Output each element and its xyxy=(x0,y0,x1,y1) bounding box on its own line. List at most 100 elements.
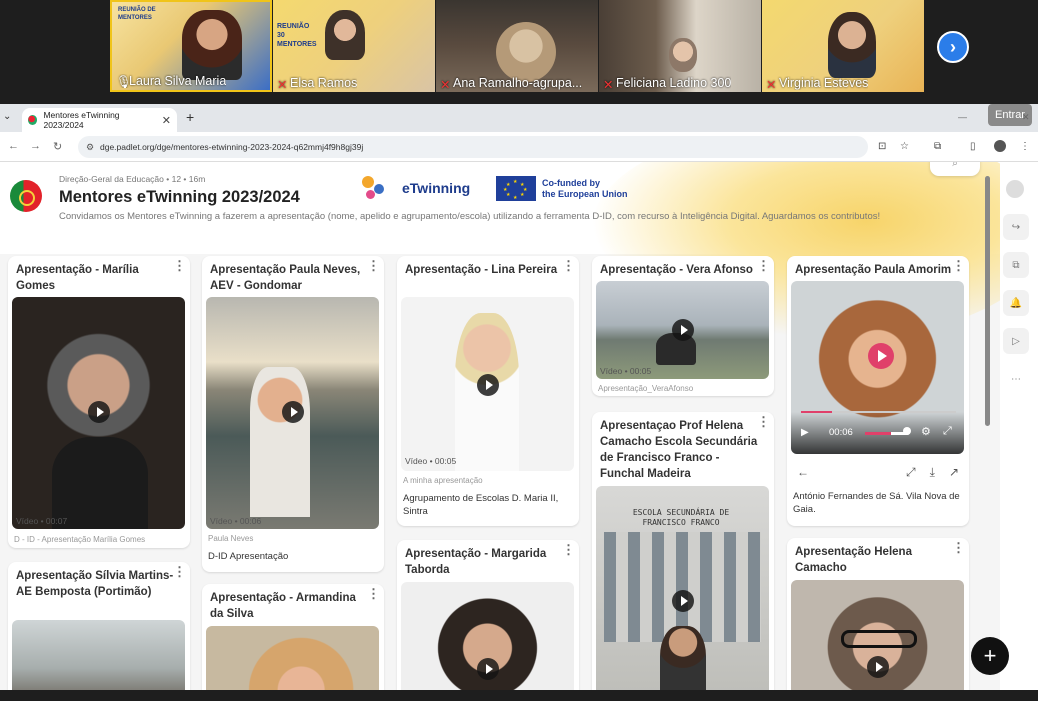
open-external-icon[interactable]: ↗ xyxy=(949,465,959,479)
profile-avatar[interactable] xyxy=(994,140,1006,152)
board-meta: Direção-Geral da Educação • 12 • 16m xyxy=(59,174,206,184)
forward-icon[interactable]: → xyxy=(30,140,41,152)
site-info-icon[interactable]: ⚙ xyxy=(86,142,94,153)
fullscreen-icon[interactable]: ⤢ xyxy=(943,425,952,438)
menu-kebab-icon[interactable]: ⋮ xyxy=(1020,141,1030,152)
favicon-icon xyxy=(28,115,38,125)
post-menu-icon[interactable]: ⋮ xyxy=(562,258,575,274)
school-sign: ESCOLA SECUNDÁRIA DE FRANCISCO FRANCO xyxy=(632,508,730,527)
post-card[interactable]: Apresentação - Lina Pereira ⋮ Vídeo • 00… xyxy=(397,256,579,526)
play-icon[interactable] xyxy=(477,658,499,680)
slide-title: REUNIÃO 30 MENTORES xyxy=(277,23,317,48)
expand-icon[interactable]: ⤢ xyxy=(906,465,916,480)
post-card[interactable]: Apresentaçao Prof Helena Camacho Escola … xyxy=(592,412,774,690)
back-arrow-icon[interactable]: ← xyxy=(797,465,809,479)
play-icon[interactable] xyxy=(88,401,110,423)
participant-tile[interactable]: REUNIÃO 30 MENTORES ✕ Elsa Ramos xyxy=(273,0,435,92)
play-icon[interactable] xyxy=(282,401,304,423)
post-card[interactable]: Apresentação Sílvia Martins- AE Bemposta… xyxy=(8,562,190,690)
eu-flag-icon: ★ ★ ★ ★ ★ ★ ★ ★ xyxy=(496,176,536,201)
post-menu-icon[interactable]: ⋮ xyxy=(952,258,965,274)
share-icon[interactable]: ↪ xyxy=(1003,214,1029,240)
etwinning-icon xyxy=(358,172,398,204)
post-body: António Fernandes de Sá. Vila Nova de Ga… xyxy=(793,491,960,515)
sidebar-icon[interactable]: ▯ xyxy=(970,141,976,152)
video-thumbnail[interactable]: ESCOLA SECUNDÁRIA DE FRANCISCO FRANCO xyxy=(596,486,769,690)
video-thumbnail[interactable] xyxy=(401,297,574,471)
post-menu-icon[interactable]: ⋮ xyxy=(952,540,965,556)
post-card[interactable]: Apresentação - Vera Afonso ⋮ Vídeo • 00:… xyxy=(592,256,774,396)
settings-gear-icon[interactable]: ⚙ xyxy=(921,425,931,438)
video-thumbnail[interactable] xyxy=(401,582,574,690)
more-options-icon[interactable]: ⋯ xyxy=(1003,366,1029,392)
post-menu-icon[interactable]: ⋮ xyxy=(367,258,380,274)
add-post-button[interactable]: + xyxy=(971,637,1009,675)
post-card[interactable]: Apresentação Paula Amorim ⋮ ▶ 00:06 ⚙ ⤢ … xyxy=(787,256,969,526)
attachment-caption: A minha apresentação xyxy=(403,476,483,485)
progress-bar[interactable] xyxy=(801,411,956,413)
play-icon[interactable] xyxy=(672,590,694,612)
video-thumbnail[interactable] xyxy=(596,281,769,379)
close-window-icon[interactable]: ✕ xyxy=(1022,112,1030,123)
participant-tile[interactable]: ✕ Feliciana Ladino 300 xyxy=(599,0,761,92)
install-icon[interactable]: ⊡ xyxy=(878,141,886,152)
notifications-bell-icon[interactable]: 🔔 xyxy=(1003,290,1029,316)
post-card[interactable]: Apresentação Paula Neves, AEV - Gondomar… xyxy=(202,256,384,572)
post-menu-icon[interactable]: ⋮ xyxy=(757,258,770,274)
close-tab-icon[interactable]: ✕ xyxy=(162,114,171,127)
user-avatar[interactable] xyxy=(1006,180,1024,198)
post-card[interactable]: Apresentação - Margarida Taborda ⋮ xyxy=(397,540,579,690)
video-thumbnail[interactable] xyxy=(12,620,185,690)
post-card[interactable]: Apresentação Helena Camacho ⋮ xyxy=(787,538,969,690)
eu-cofunded-logo: ★ ★ ★ ★ ★ ★ ★ ★ Co-funded by the European Union xyxy=(496,176,628,201)
bookmark-star-icon[interactable]: ☆ xyxy=(900,141,909,152)
post-menu-icon[interactable]: ⋮ xyxy=(173,258,186,274)
post-card[interactable]: Apresentação - Marília Gomes ⋮ Vídeo • 0… xyxy=(8,256,190,548)
minimize-icon[interactable]: — xyxy=(958,112,967,122)
play-icon[interactable]: ▶ xyxy=(801,427,809,438)
video-thumbnail[interactable] xyxy=(206,626,379,690)
browser-tab-bar: ⌄ Mentores eTwinning 2023/2024 ✕ + xyxy=(0,104,1038,132)
next-participants-button[interactable]: › xyxy=(937,31,969,63)
tab-list-chevron-icon[interactable]: ⌄ xyxy=(3,111,11,122)
play-icon[interactable] xyxy=(867,656,889,678)
microphone-muted-icon: ✕ xyxy=(440,78,451,90)
search-icon[interactable]: ⌕ xyxy=(930,162,980,176)
participant-video xyxy=(325,10,365,60)
post-body: D-ID Apresentação xyxy=(208,551,289,562)
post-menu-icon[interactable]: ⋮ xyxy=(173,564,186,580)
new-tab-icon[interactable]: + xyxy=(186,109,194,125)
participant-tile[interactable]: ✕ Virginia Esteves xyxy=(762,0,924,92)
slideshow-icon[interactable]: ▷ xyxy=(1003,328,1029,354)
post-card[interactable]: Apresentação - Armandina da Silva ⋮ xyxy=(202,584,384,690)
remake-icon[interactable]: ⧉ xyxy=(1003,252,1029,278)
play-icon[interactable] xyxy=(868,343,894,369)
post-menu-icon[interactable]: ⋮ xyxy=(562,542,575,558)
download-icon[interactable]: ⤓ xyxy=(930,465,935,480)
slide-title: REUNIÃO DE MENTORES xyxy=(118,7,156,21)
video-meta: Vídeo • 00:05 xyxy=(600,366,652,376)
microphone-muted-icon: ✕ xyxy=(603,78,614,90)
board-scrollbar[interactable] xyxy=(985,176,990,426)
back-icon[interactable]: ← xyxy=(8,140,19,152)
url-field[interactable]: ⚙ dge.padlet.org/dge/mentores-etwinning-… xyxy=(78,136,868,158)
video-thumbnail[interactable] xyxy=(12,297,185,529)
participant-tile[interactable]: ✕ Ana Ramalho-agrupa... xyxy=(436,0,598,92)
etwinning-logo: eTwinning xyxy=(358,172,478,204)
participant-video xyxy=(496,22,556,82)
browser-tab[interactable]: Mentores eTwinning 2023/2024 ✕ xyxy=(22,108,177,132)
participant-name: ✕ Ana Ramalho-agrupa... xyxy=(440,76,583,90)
video-thumbnail[interactable] xyxy=(206,297,379,529)
play-icon[interactable] xyxy=(477,374,499,396)
microphone-muted-icon: ✕ xyxy=(766,78,777,90)
reload-icon[interactable]: ↻ xyxy=(53,140,62,153)
play-icon[interactable] xyxy=(672,319,694,341)
volume-handle[interactable] xyxy=(903,427,911,435)
post-menu-icon[interactable]: ⋮ xyxy=(367,586,380,602)
extensions-icon[interactable]: ⧉ xyxy=(934,141,941,152)
video-player[interactable]: ▶ 00:06 ⚙ ⤢ xyxy=(791,281,964,454)
portugal-flag-icon xyxy=(10,180,42,212)
participant-tile[interactable]: REUNIÃO DE MENTORES 🎙 Laura Silva Maria xyxy=(110,0,272,92)
post-menu-icon[interactable]: ⋮ xyxy=(757,414,770,430)
video-thumbnail[interactable] xyxy=(791,580,964,690)
